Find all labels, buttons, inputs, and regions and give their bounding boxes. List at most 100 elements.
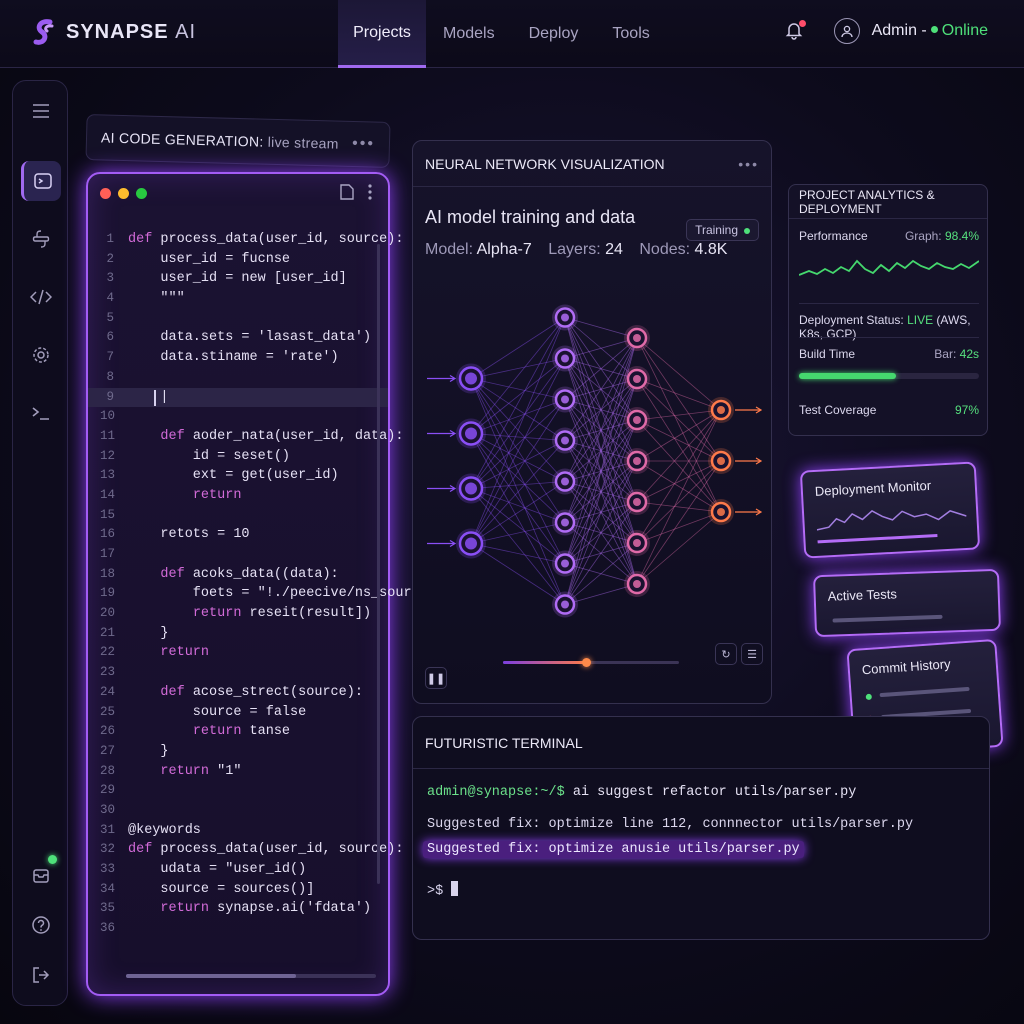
sidebar-item-console[interactable] — [21, 393, 61, 433]
code-line[interactable]: 31 @keywords — [88, 821, 388, 841]
code-line[interactable]: 6 data.sets = 'lasast_data') — [88, 328, 388, 348]
pause-button[interactable]: ❚❚ — [425, 667, 447, 689]
code-line[interactable]: 14 return — [88, 486, 388, 506]
tab-models[interactable]: Models — [426, 0, 512, 68]
sidebar-item-settings[interactable] — [21, 335, 61, 375]
refresh-button[interactable]: ↻ — [715, 643, 737, 665]
code-line[interactable]: 33 udata = "user_id() — [88, 860, 388, 880]
coverage-value: 97% — [954, 403, 979, 417]
code-line[interactable]: 22 return — [88, 643, 388, 663]
deployment-sparkline — [816, 510, 967, 544]
code-text: data.sets = 'lasast_data') — [128, 330, 372, 346]
code-line[interactable]: 26 return tanse — [88, 722, 388, 742]
user-menu[interactable]: Admin - Online — [872, 22, 988, 40]
code-line[interactable]: 8 — [88, 368, 388, 388]
code-line[interactable]: 25 source = false — [88, 703, 388, 723]
input-arrow — [427, 539, 457, 548]
synapse-logo-icon — [33, 19, 54, 45]
sidebar-item-python[interactable] — [21, 219, 61, 259]
code-line[interactable]: 16 retots = 10 — [88, 525, 388, 545]
code-line[interactable]: 29 — [88, 781, 388, 801]
status-dot — [48, 855, 57, 864]
graph-metric: Graph: 98.4% — [905, 229, 979, 243]
code-line[interactable]: 30 — [88, 801, 388, 821]
close-dot[interactable] — [100, 188, 111, 199]
nodes-label: Nodes: — [639, 241, 691, 258]
code-line[interactable]: 23 — [88, 663, 388, 683]
sidebar-item-logout[interactable] — [21, 955, 61, 995]
node-core — [633, 457, 641, 465]
build-metric: Bar: 42s — [934, 347, 979, 361]
sidebar-item-notifications[interactable] — [21, 855, 61, 895]
node-core — [465, 537, 477, 550]
line-number: 24 — [100, 684, 116, 699]
code-line[interactable]: 34 source = sources()] — [88, 880, 388, 900]
minimize-dot[interactable] — [118, 188, 129, 199]
code-line[interactable]: 10 — [88, 407, 388, 427]
more-vertical-icon[interactable] — [368, 184, 372, 200]
code-line[interactable]: 32 def process_data(user_id, source): — [88, 840, 403, 860]
code-line[interactable]: 17 — [88, 545, 388, 565]
line-number: 11 — [100, 428, 116, 443]
code-line[interactable]: 4 """ — [88, 289, 388, 309]
code-line[interactable]: 12 id = seset() — [88, 447, 388, 467]
node-core — [633, 416, 641, 424]
tab-projects[interactable]: Projects — [338, 0, 426, 68]
input-arrow — [427, 374, 457, 383]
code-line[interactable]: 18 def acoks_data((data): — [88, 565, 388, 585]
settings-button[interactable]: ☰ — [741, 643, 763, 665]
nn-panel-menu-button[interactable]: ••• — [738, 156, 759, 172]
file-icon[interactable] — [340, 184, 354, 200]
code-line[interactable]: 21 } — [88, 624, 388, 644]
code-line[interactable]: 3 user_id = new [user_id] — [88, 269, 388, 289]
node-core — [561, 354, 569, 363]
code-line[interactable]: 35 return synapse.ai('fdata') — [88, 899, 388, 919]
deployment-monitor-card[interactable]: Deployment Monitor — [799, 461, 981, 559]
code-line[interactable]: 9 | — [88, 387, 388, 408]
code-line[interactable]: 5 — [88, 309, 388, 329]
code-line[interactable]: 28 return "1" — [88, 762, 388, 782]
code-text: return — [192, 487, 242, 503]
notifications-button[interactable] — [784, 20, 806, 42]
avatar[interactable] — [833, 18, 860, 44]
code-line[interactable]: 36 — [88, 919, 388, 939]
code-line[interactable]: 27 } — [88, 742, 388, 762]
line-number: 3 — [106, 271, 114, 286]
code-line[interactable]: 20 return reseit(result]) — [88, 604, 388, 624]
code-line[interactable]: 15 — [88, 506, 388, 526]
code-line[interactable]: 7 data.stiname = 'rate') — [88, 348, 388, 368]
nn-model-meta: Model: Alpha-7 Layers: 24 Nodes: 4.8K — [425, 241, 739, 259]
maximize-dot[interactable] — [136, 188, 147, 199]
sidebar-item-code[interactable] — [21, 277, 61, 317]
sidebar-item-help[interactable] — [21, 905, 61, 945]
line-number: 23 — [100, 665, 116, 680]
node-core — [561, 395, 569, 404]
tab-tools[interactable]: Tools — [595, 0, 666, 68]
app-logo[interactable]: SYNAPSE AI — [32, 18, 196, 46]
tab-deploy[interactable]: Deploy — [512, 0, 596, 68]
active-tests-card[interactable]: Active Tests — [812, 568, 1002, 638]
network-edge — [470, 358, 566, 544]
code-lines[interactable]: 1 def process_data(user_id, source): 2 use… — [88, 230, 444, 939]
code-horizontal-scrollbar[interactable] — [126, 974, 376, 978]
output-arrow — [735, 406, 763, 414]
line-number: 27 — [100, 743, 116, 758]
code-line[interactable]: 2 user_id = fucnse — [88, 250, 388, 270]
terminal-input[interactable]: >$ — [427, 881, 459, 899]
code-line[interactable]: 24 def acose_strect(source): — [88, 683, 388, 703]
scrollbar-thumb[interactable] — [126, 974, 296, 978]
code-line[interactable]: 1 def process_data(user_id, source): — [88, 230, 403, 250]
code-line[interactable]: 13 ext = get(user_id) — [88, 466, 388, 486]
training-progress-slider[interactable] — [503, 658, 679, 667]
code-line[interactable]: 11 def aoder_nata(user_id, data): — [88, 427, 403, 447]
line-number: 15 — [100, 507, 116, 522]
sidebar-menu-button[interactable] — [21, 91, 61, 131]
code-vertical-scrollbar[interactable] — [377, 244, 380, 884]
window-controls — [100, 188, 147, 199]
code-line[interactable]: 19 foets = "!./peecive/ns_source") — [88, 584, 444, 604]
slider-knob[interactable] — [582, 658, 592, 667]
inbox-icon — [33, 869, 49, 883]
network-graph — [427, 304, 763, 618]
sidebar-item-terminal[interactable] — [21, 161, 61, 201]
code-panel-menu-button[interactable]: ••• — [352, 135, 375, 154]
